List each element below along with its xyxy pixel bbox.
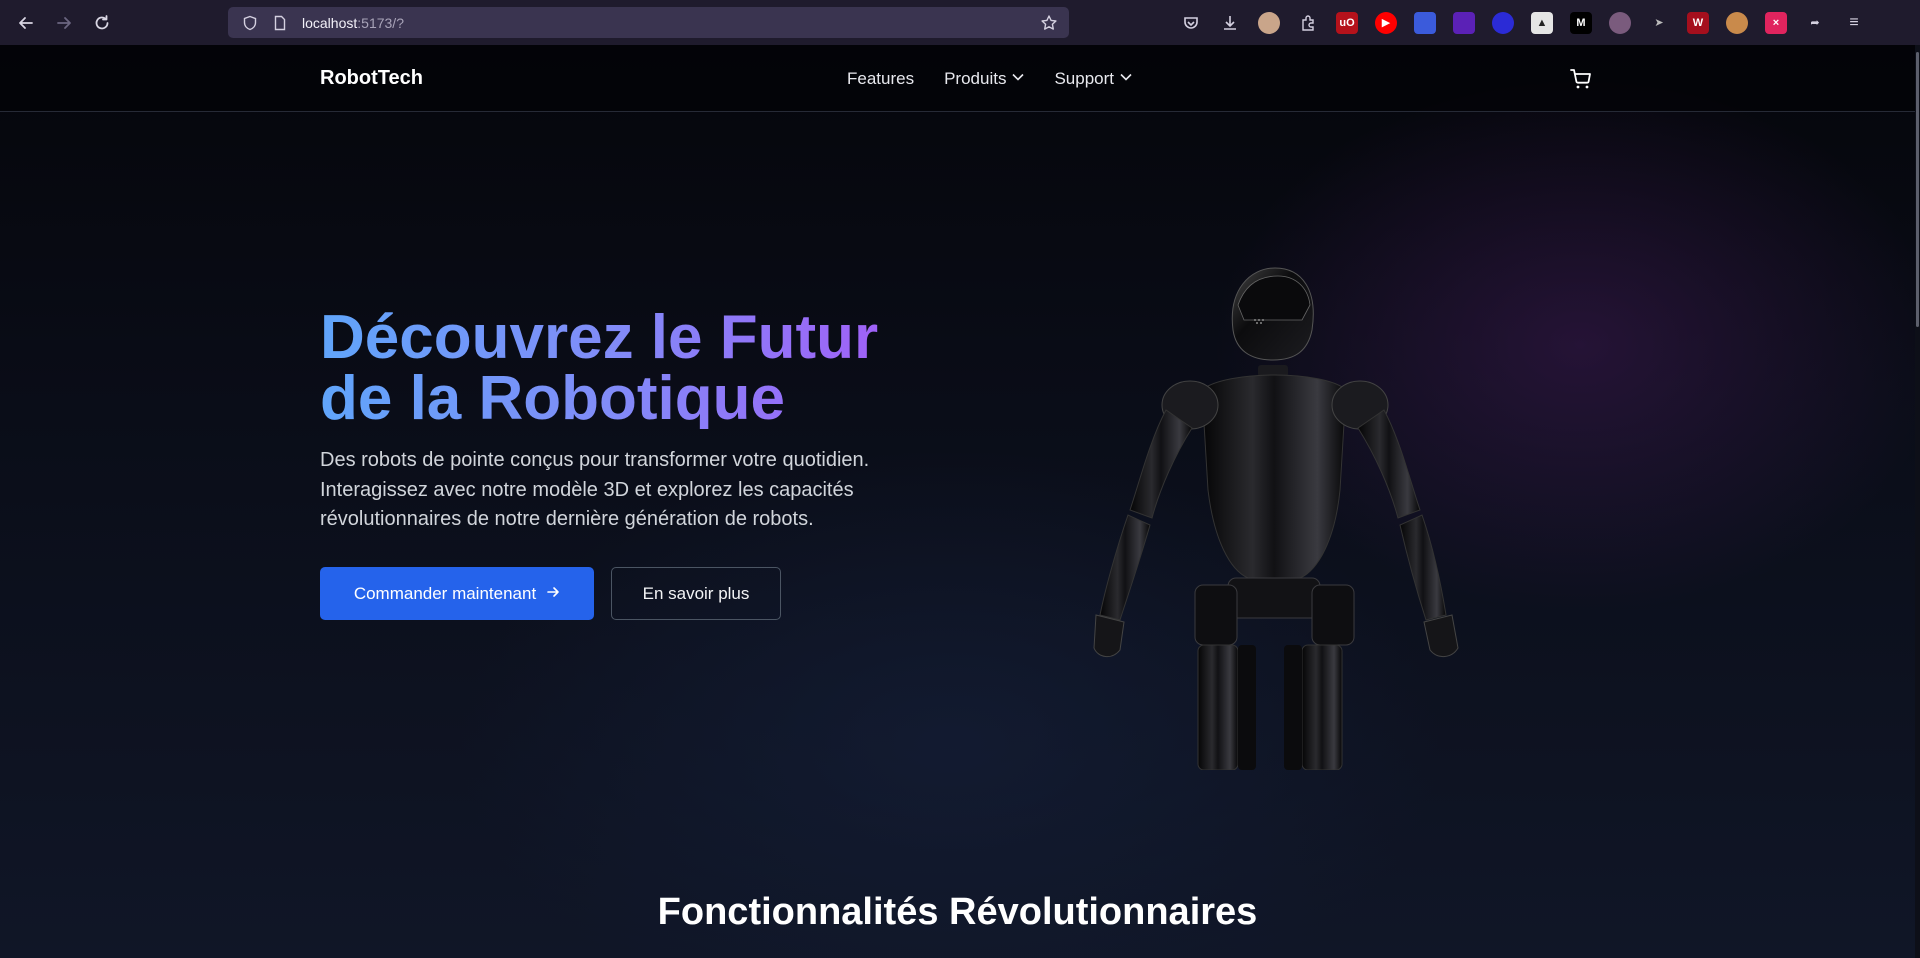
ublock-icon[interactable]: uO [1336, 11, 1358, 34]
learn-more-button[interactable]: En savoir plus [611, 567, 781, 620]
chevron-down-icon [1012, 72, 1025, 84]
robot-head [1231, 267, 1314, 377]
notification-icon[interactable]: × [1765, 11, 1787, 34]
nav-item-label: Features [847, 69, 915, 88]
image-icon[interactable]: ▲ [1531, 11, 1553, 34]
robot-left-arm [1093, 409, 1193, 657]
back-arrow-icon[interactable] [14, 11, 38, 35]
hero-description-line-2: Interagissez avec notre modèle 3D et exp… [320, 478, 854, 501]
translate-icon[interactable] [1414, 11, 1436, 34]
robot-3d-model[interactable] [1050, 260, 1480, 770]
robot-legs [1194, 577, 1355, 770]
chevron-down-icon [1120, 72, 1132, 84]
hamburger-menu-icon[interactable]: ≡ [1843, 12, 1865, 34]
robot-torso [1201, 374, 1347, 579]
nav-item-produits[interactable]: Produits [944, 69, 1025, 89]
browser-nav-buttons [0, 11, 228, 35]
bookmark-star-icon[interactable] [1037, 11, 1061, 35]
shield-icon[interactable] [238, 11, 262, 35]
url-host: localhost [302, 14, 358, 31]
page-icon[interactable] [268, 11, 292, 35]
download-icon[interactable] [1219, 12, 1241, 34]
tracker-icon[interactable] [1492, 11, 1514, 34]
order-now-label: Commander maintenant [353, 583, 537, 603]
nav-item-features[interactable]: Features [847, 69, 914, 89]
site-header: RobotTech Features Produits Support [0, 45, 1915, 112]
extensions-bar: uO ▶ ▲ M ➤ W × ➦ ≡ [1180, 0, 1865, 45]
learn-more-label: En savoir plus [642, 583, 750, 603]
address-bar[interactable]: localhost:5173/? [228, 7, 1069, 38]
medium-icon[interactable]: M [1570, 11, 1592, 34]
site-logo[interactable]: RobotTech [320, 67, 423, 90]
hero-title-line-1: Découvrez le Futur [320, 303, 879, 372]
hero-title-line-2: de la Robotique [320, 364, 785, 433]
shield-red-icon[interactable]: W [1687, 11, 1709, 34]
forward-arrow-icon[interactable] [52, 11, 76, 35]
scrollbar-thumb[interactable] [1916, 52, 1919, 327]
hero-description: Des robots de pointe conçus pour transfo… [320, 446, 920, 535]
youtube-icon[interactable]: ▶ [1375, 11, 1397, 34]
pocket-icon[interactable] [1180, 12, 1202, 34]
nav-item-label: Produits [944, 69, 1007, 88]
nav-item-label: Support [1054, 69, 1115, 88]
arrow-extension-icon[interactable]: ➤ [1648, 12, 1670, 34]
main-nav: Features Produits Support [847, 69, 1132, 89]
robot-right-arm [1357, 409, 1459, 657]
browser-toolbar: localhost:5173/? uO ▶ ▲ M ➤ W × ➦ ≡ [0, 0, 1920, 45]
extensions-puzzle-icon[interactable] [1297, 12, 1319, 34]
share-arrow-icon[interactable]: ➦ [1804, 12, 1826, 34]
hero-title: Découvrez le Futur de la Robotique [320, 307, 960, 429]
features-section-title: Fonctionnalités Révolutionnaires [657, 891, 1258, 933]
hero-description-line-3: révolutionnaires de notre dernière génér… [320, 508, 814, 530]
url-path: :5173/? [357, 14, 404, 31]
shopping-cart-icon[interactable] [1569, 67, 1593, 91]
page-viewport: RobotTech Features Produits Support Déco… [0, 45, 1915, 958]
reload-icon[interactable] [90, 11, 114, 35]
profile-avatar-icon[interactable] [1258, 11, 1280, 34]
puzzle-pink-icon[interactable] [1609, 11, 1631, 34]
layers-icon[interactable] [1453, 11, 1475, 34]
order-now-button[interactable]: Commander maintenant [320, 567, 594, 620]
hero-description-line-1: Des robots de pointe conçus pour transfo… [320, 449, 870, 471]
emoji-icon[interactable] [1726, 11, 1748, 34]
url-text[interactable]: localhost:5173/? [302, 15, 404, 31]
arrow-right-icon [546, 584, 560, 604]
nav-item-support[interactable]: Support [1054, 69, 1132, 89]
